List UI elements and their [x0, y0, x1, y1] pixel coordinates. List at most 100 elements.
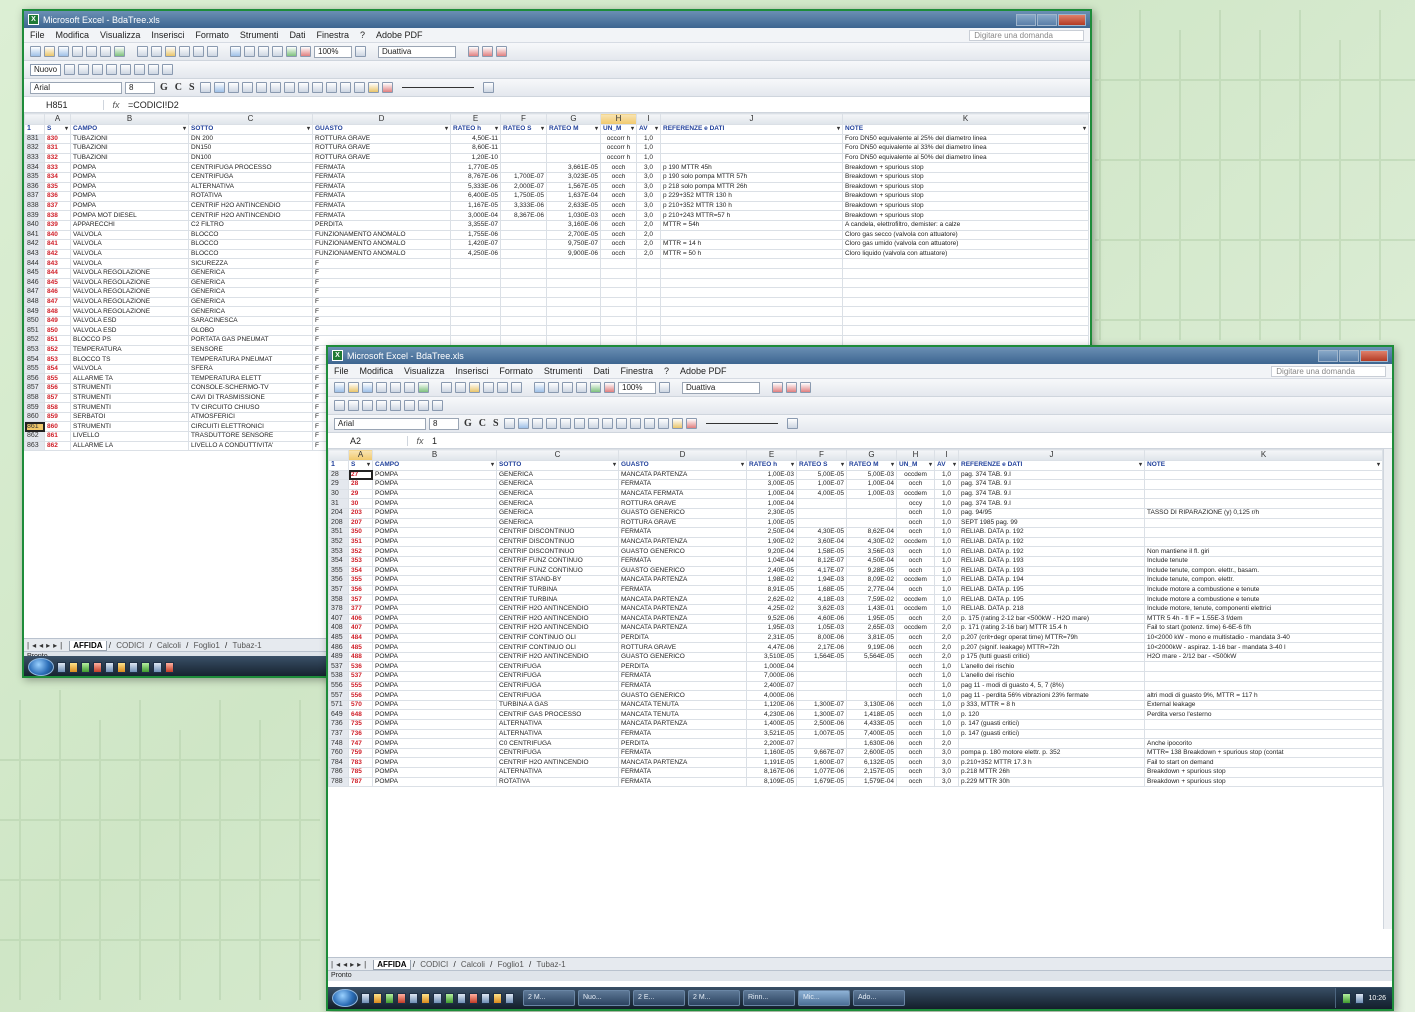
table-cell[interactable]: POMPA: [372, 699, 497, 711]
thousands-icon[interactable]: [587, 418, 599, 429]
table-cell[interactable]: FUNZIONAMENTO ANOMALO: [312, 248, 451, 260]
filter-header-cell[interactable]: UN_M ▾: [600, 124, 637, 135]
table-cell[interactable]: 1,00E-03: [746, 469, 797, 481]
table-cell[interactable]: 1,000E-04: [746, 661, 797, 673]
table-cell[interactable]: STRUMENTI: [70, 402, 189, 413]
delete-comment-icon[interactable]: [390, 400, 401, 411]
table-cell[interactable]: VALVOLA REGOLAZIONE: [70, 277, 189, 289]
table-cell[interactable]: 1,0: [934, 584, 959, 596]
table-cell[interactable]: FERMATA: [312, 191, 451, 202]
table-cell[interactable]: 10<2000kW - aspiraz. 1-16 bar - mandata …: [1144, 642, 1383, 653]
style-select[interactable]: Duattiva: [378, 45, 456, 58]
bold-icon[interactable]: G: [158, 82, 170, 93]
menu-inserisci[interactable]: Inserisci: [455, 366, 488, 376]
help-search-input[interactable]: Digitare una domanda: [1271, 365, 1386, 377]
table-row[interactable]: 486 485 POMPA CENTRIF CONTINUO OLI ROTTURA G…: [328, 642, 1383, 653]
table-cell[interactable]: PERDITA: [312, 219, 451, 231]
table-cell[interactable]: 845: [44, 277, 71, 289]
table-row[interactable]: 736 735 POMPA ALTERNATIVA MANCATA PARTENZA 1,…: [328, 719, 1383, 730]
table-cell[interactable]: 4,18E-03: [796, 594, 847, 605]
table-cell[interactable]: TEMPERATURA PNEUMAT: [188, 354, 313, 365]
volume-icon[interactable]: [1355, 992, 1365, 1004]
merge-center-icon[interactable]: [241, 82, 253, 93]
table-cell[interactable]: 1,0: [934, 498, 959, 509]
table-row[interactable]: 836 835 POMPA ALTERNATIVA FERMATA 5,333E-06 2,…: [24, 181, 1089, 193]
font-size-select[interactable]: 8: [125, 81, 155, 94]
table-cell[interactable]: [660, 229, 843, 241]
table-cell[interactable]: [796, 690, 847, 701]
table-cell[interactable]: pag 11 - modi di guasto 4, 5, 7 (8%): [958, 680, 1145, 692]
table-row[interactable]: 649 648 POMPA CENTRIF GAS PROCESSO MANCATA T…: [328, 709, 1383, 721]
table-cell[interactable]: 4,250E-06: [450, 248, 501, 260]
table-cell[interactable]: [600, 258, 637, 269]
table-cell[interactable]: pag. 374 TAB. 9.I: [958, 469, 1145, 481]
table-cell[interactable]: SICUREZZA: [188, 258, 313, 269]
table-cell[interactable]: 2,400E-07: [746, 680, 797, 692]
table-cell[interactable]: CENTRIF DISCONTINUO: [496, 527, 619, 538]
minimize-button[interactable]: [1016, 13, 1036, 26]
table-cell[interactable]: F: [312, 325, 451, 337]
fx-icon[interactable]: fx: [408, 436, 432, 446]
table-row[interactable]: 355 354 POMPA CENTRIF FUNZ CONTINUO GUASTO G…: [328, 565, 1383, 577]
table-cell[interactable]: BLOCCO PS: [70, 335, 189, 346]
table-cell[interactable]: PERDITA: [618, 738, 747, 749]
sort-desc-icon[interactable]: [272, 46, 283, 57]
table-cell[interactable]: 848: [44, 306, 71, 317]
table-cell[interactable]: MTTR = 50 h: [660, 248, 843, 260]
table-cell[interactable]: [1144, 719, 1383, 730]
table-cell[interactable]: [500, 152, 547, 164]
table-cell[interactable]: POMPA: [372, 623, 497, 634]
table-cell[interactable]: [846, 661, 897, 673]
table-cell[interactable]: SEPT 1985 pag. 99: [958, 517, 1145, 529]
table-cell[interactable]: VALVOLA REGOLAZIONE: [70, 287, 189, 298]
table-cell[interactable]: occh: [600, 181, 637, 193]
table-cell[interactable]: 1,00E-04: [746, 498, 797, 509]
filter-header-cell[interactable]: GUASTO ▾: [312, 124, 451, 135]
table-cell[interactable]: 1,00E-04: [846, 479, 897, 490]
decrease-decimal-icon[interactable]: [311, 82, 323, 93]
table-cell[interactable]: 2,0: [934, 642, 959, 653]
table-cell[interactable]: 1,030E-03: [546, 210, 601, 221]
table-cell[interactable]: MTTR= 138 Breakdown + spurious stop (con…: [1144, 747, 1383, 759]
table-cell[interactable]: 1,077E-06: [796, 767, 847, 778]
table-row[interactable]: 838 837 POMPA CENTRIF H2O ANTINCENDIO FERMAT…: [24, 200, 1089, 212]
table-cell[interactable]: occh: [896, 757, 935, 768]
table-row[interactable]: 357 356 POMPA CENTRIF TURBINA FERMATA 8,91E-0…: [328, 584, 1383, 596]
table-cell[interactable]: GENERICA: [496, 488, 619, 500]
menu-dati[interactable]: Dati: [593, 366, 609, 376]
table-cell[interactable]: Foro DN50 equivalente al 25% del diametr…: [842, 133, 1089, 145]
column-header-c[interactable]: C: [496, 449, 619, 461]
table-cell[interactable]: occdem: [896, 623, 935, 634]
table-cell[interactable]: POMPA: [372, 546, 497, 557]
table-row[interactable]: 31 30 POMPA GENERICA ROTTURA GRAVE 1,00E-04 oc…: [328, 498, 1383, 509]
font-name-select[interactable]: Arial: [334, 417, 426, 430]
table-cell[interactable]: 9,19E-06: [846, 642, 897, 653]
network-icon[interactable]: [1342, 992, 1352, 1004]
table-cell[interactable]: 2,000E-07: [500, 181, 547, 193]
menu-dati[interactable]: Dati: [289, 30, 305, 40]
italic-icon[interactable]: C: [173, 82, 184, 93]
table-cell[interactable]: 3,000E-04: [450, 210, 501, 221]
table-cell[interactable]: 3,130E-06: [846, 699, 897, 711]
table-cell[interactable]: ROTATIVA: [496, 776, 619, 788]
table-cell[interactable]: [546, 143, 601, 154]
table-cell[interactable]: Fail to start on demand: [1144, 757, 1383, 768]
line-color-icon[interactable]: [786, 418, 798, 429]
table-cell[interactable]: MANCATA PARTENZA: [618, 603, 747, 615]
menu-visualizza[interactable]: Visualizza: [404, 366, 444, 376]
table-cell[interactable]: CENTRIF H2O ANTINCENDIO: [496, 623, 619, 634]
table-cell[interactable]: [796, 680, 847, 692]
print-icon[interactable]: [86, 46, 97, 57]
table-cell[interactable]: 8,109E-05: [746, 776, 797, 788]
taskbar-button[interactable]: Ado...: [853, 990, 905, 1006]
table-cell[interactable]: 353: [348, 555, 373, 567]
table-cell[interactable]: 3,00E-05: [746, 479, 797, 490]
table-cell[interactable]: MANCATA PARTENZA: [618, 757, 747, 768]
maximize-button[interactable]: [1037, 13, 1057, 26]
table-cell[interactable]: occh: [896, 613, 935, 625]
table-cell[interactable]: pag. 94/95: [958, 507, 1145, 519]
column-header-e[interactable]: E: [746, 449, 797, 461]
quicklaunch-icon[interactable]: [361, 992, 370, 1004]
name-box[interactable]: A2: [328, 435, 408, 446]
table-cell[interactable]: 2,77E-04: [846, 584, 897, 596]
